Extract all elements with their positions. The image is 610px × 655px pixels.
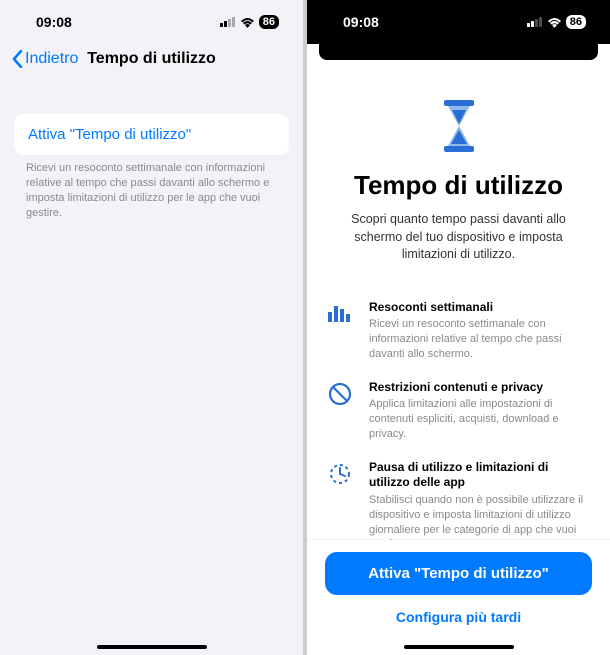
sheet-backdrop <box>319 44 598 60</box>
activate-cell[interactable]: Attiva "Tempo di utilizzo" <box>14 114 289 155</box>
status-bar: 09:08 86 <box>307 0 610 44</box>
sheet-title: Tempo di utilizzo <box>325 170 592 201</box>
hourglass-icon <box>325 100 592 152</box>
status-time: 09:08 <box>343 14 379 30</box>
back-button[interactable]: Indietro <box>12 50 78 68</box>
feature-desc: Applica limitazioni alle impostazioni di… <box>369 397 592 442</box>
chevron-left-icon <box>12 50 23 68</box>
feature-content-restrictions: Restrizioni contenuti e privacy Applica … <box>325 380 592 442</box>
wifi-icon <box>547 17 562 28</box>
activate-button[interactable]: Attiva "Tempo di utilizzo" <box>325 552 592 595</box>
feature-weekly-reports: Resoconti settimanali Ricevi un resocont… <box>325 300 592 362</box>
configure-later-button[interactable]: Configura più tardi <box>325 609 592 625</box>
status-bar: 09:08 86 <box>0 0 303 44</box>
sheet-subtitle: Scopri quanto tempo passi davanti allo s… <box>325 211 592 264</box>
cellular-icon <box>527 17 543 27</box>
status-time: 09:08 <box>36 14 72 30</box>
status-indicators: 86 <box>220 15 279 29</box>
feature-downtime: Pausa di utilizzo e limitazioni di utili… <box>325 460 592 553</box>
settings-screen: 09:08 86 Indietro Tempo di utilizzo Atti… <box>0 0 303 655</box>
feature-desc: Ricevi un resoconto settimanale con info… <box>369 317 592 362</box>
feature-title: Resoconti settimanali <box>369 300 592 316</box>
feature-title: Restrizioni contenuti e privacy <box>369 380 592 396</box>
footer-description: Ricevi un resoconto settimanale con info… <box>0 161 303 220</box>
battery-indicator: 86 <box>566 15 586 29</box>
onboarding-screen: 09:08 86 Tempo di utilizzo Scopri quanto… <box>307 0 610 655</box>
action-bar: Attiva "Tempo di utilizzo" Configura più… <box>307 540 610 655</box>
home-indicator[interactable] <box>97 645 207 649</box>
wifi-icon <box>240 17 255 28</box>
onboarding-sheet: Tempo di utilizzo Scopri quanto tempo pa… <box>307 60 610 655</box>
back-label: Indietro <box>25 50 78 68</box>
home-indicator[interactable] <box>404 645 514 649</box>
no-entry-icon <box>325 380 355 406</box>
navigation-bar: Indietro Tempo di utilizzo <box>0 44 303 74</box>
nav-title: Tempo di utilizzo <box>87 50 216 68</box>
cellular-icon <box>220 17 236 27</box>
feature-title: Pausa di utilizzo e limitazioni di utili… <box>369 460 592 491</box>
battery-indicator: 86 <box>259 15 279 29</box>
status-indicators: 86 <box>527 15 586 29</box>
timer-icon <box>325 460 355 486</box>
bar-chart-icon <box>325 300 355 322</box>
